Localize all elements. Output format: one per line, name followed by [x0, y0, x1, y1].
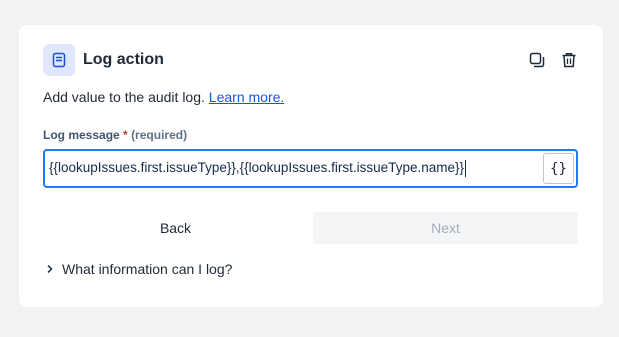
- panel-header: Log action: [43, 44, 579, 76]
- learn-more-link[interactable]: Learn more.: [209, 89, 284, 105]
- text-caret: [465, 160, 466, 177]
- log-action-panel: Log action Add value to the audit log. L…: [19, 25, 603, 307]
- description-text: Add value to the audit log.: [43, 89, 205, 105]
- panel-title: Log action: [83, 51, 164, 68]
- back-button[interactable]: Back: [43, 212, 308, 244]
- log-document-icon: [43, 44, 75, 76]
- log-message-value: {{lookupIssues.first.issueType}},{{looku…: [49, 160, 464, 176]
- log-message-input[interactable]: {{lookupIssues.first.issueType}},{{looku…: [45, 160, 543, 177]
- chevron-right-icon: [43, 262, 57, 276]
- duplicate-icon[interactable]: [527, 50, 547, 70]
- trash-icon[interactable]: [559, 50, 579, 70]
- required-star: *: [123, 128, 128, 142]
- log-message-label: Log message * (required): [43, 128, 187, 142]
- header-actions: [527, 50, 579, 70]
- log-message-field[interactable]: {{lookupIssues.first.issueType}},{{looku…: [43, 149, 578, 188]
- field-label-text: Log message: [43, 128, 120, 142]
- smart-value-button[interactable]: {}: [543, 153, 574, 184]
- panel-description: Add value to the audit log. Learn more.: [43, 89, 284, 105]
- next-button: Next: [313, 212, 578, 244]
- info-expander[interactable]: What information can I log?: [43, 258, 232, 280]
- expander-label: What information can I log?: [62, 261, 233, 277]
- required-text: (required): [131, 128, 188, 142]
